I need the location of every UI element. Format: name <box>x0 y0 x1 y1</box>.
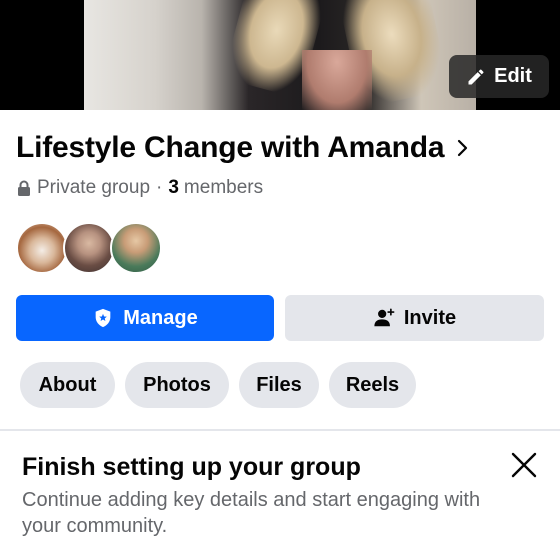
group-cover-photo[interactable]: Edit <box>0 0 560 110</box>
setup-card-description: Continue adding key details and start en… <box>22 489 481 537</box>
tab-reels[interactable]: Reels <box>329 362 416 408</box>
avatar[interactable] <box>63 222 115 274</box>
manage-button[interactable]: Manage <box>16 295 274 341</box>
close-icon[interactable] <box>510 451 538 479</box>
action-buttons: Manage Invite <box>16 295 544 341</box>
tab-files[interactable]: Files <box>239 362 319 408</box>
group-title-row[interactable]: Lifestyle Change with Amanda <box>16 128 470 168</box>
edit-label: Edit <box>494 65 532 87</box>
cover-image <box>84 0 476 110</box>
invite-button[interactable]: Invite <box>285 295 544 341</box>
pencil-icon <box>468 68 484 84</box>
setup-card-title: Finish setting up your group <box>22 453 361 481</box>
lock-icon <box>18 180 30 196</box>
tab-photos[interactable]: Photos <box>125 362 229 408</box>
tab-about[interactable]: About <box>20 362 115 408</box>
avatar[interactable] <box>110 222 162 274</box>
member-count[interactable]: 3 <box>168 177 179 199</box>
privacy-label: Private group <box>37 177 151 198</box>
meta-separator: · <box>156 177 163 198</box>
edit-cover-button[interactable]: Edit <box>449 55 549 98</box>
group-meta: Private group · 3 members <box>17 176 263 200</box>
chevron-right-icon <box>458 139 468 157</box>
person-add-icon <box>374 308 395 327</box>
group-title: Lifestyle Change with Amanda <box>16 131 445 164</box>
avatar[interactable] <box>16 222 68 274</box>
invite-label: Invite <box>403 306 457 329</box>
shield-star-icon <box>95 308 111 328</box>
manage-label: Manage <box>123 306 198 329</box>
members-label[interactable]: members <box>184 177 263 199</box>
setup-card: Finish setting up your group Continue ad… <box>0 431 560 560</box>
